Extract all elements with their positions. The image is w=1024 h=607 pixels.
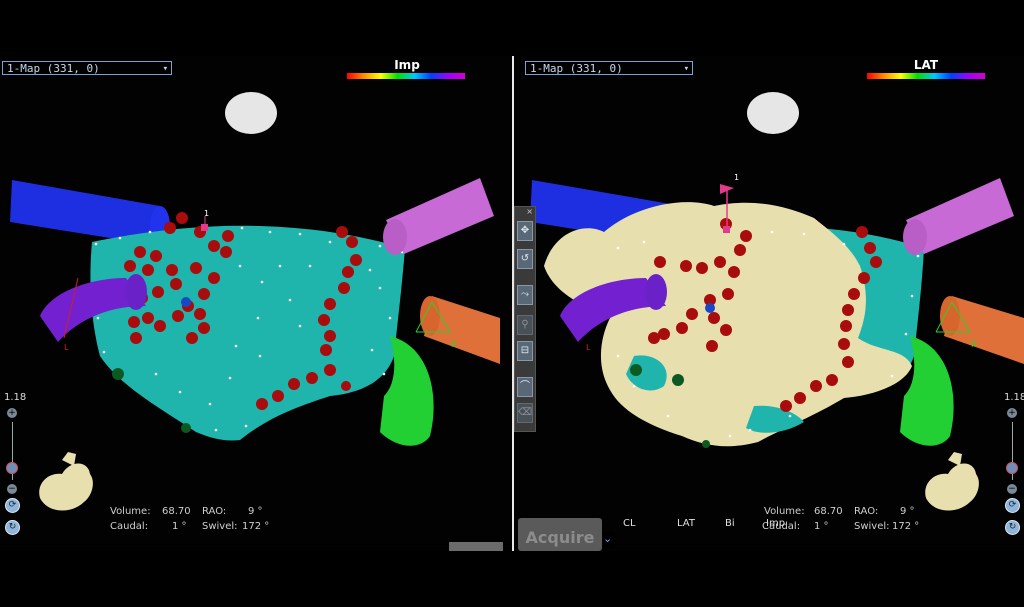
caudal-label: Caudal:: [110, 521, 149, 532]
zoom-value: 1.18: [1004, 392, 1024, 403]
zoom-control[interactable]: 1.18 + − ⟳ ↻: [1000, 392, 1024, 551]
axis-r-label: R: [971, 340, 977, 349]
zoom-out-icon[interactable]: −: [7, 484, 17, 494]
bottom-letterbox: [0, 551, 1024, 607]
violet-vessel: [383, 178, 494, 255]
volume-label: Volume:: [764, 506, 805, 517]
lesion-spot: [181, 423, 191, 433]
catheter-tool-icon[interactable]: ⤳: [517, 285, 533, 305]
caudal-value: 1 °: [814, 521, 829, 532]
zoom-value: 1.18: [4, 392, 27, 403]
marker-label: 1: [734, 173, 739, 182]
lasso-tool-icon[interactable]: ⌒: [517, 377, 533, 397]
rao-value: 9 °: [248, 506, 263, 517]
volume-label: Volume:: [110, 506, 151, 517]
zoom-in-icon[interactable]: +: [1007, 408, 1017, 418]
view-reset-icon[interactable]: ↻: [5, 520, 20, 535]
rotate-tool-icon[interactable]: ↺: [517, 249, 533, 269]
rao-label: RAO:: [854, 506, 879, 517]
swivel-label: Swivel:: [202, 521, 238, 532]
measure-tool-icon[interactable]: ⚲: [517, 315, 533, 335]
zoom-out-icon[interactable]: −: [1007, 484, 1017, 494]
axis-l-label: L: [64, 343, 69, 352]
heart-thumbnail-icon[interactable]: [39, 452, 93, 511]
marker-label: 1: [204, 209, 209, 218]
heart-thumbnail-icon[interactable]: [925, 452, 979, 511]
catheter-tip: [705, 303, 715, 313]
orange-vessel: [940, 296, 1024, 364]
column-lat[interactable]: LAT: [677, 518, 695, 529]
left-map-pane[interactable]: 1-Map (331, 0) ▾ Imp 1 R L 1.18 + − ⟳ ↻ …: [0, 56, 512, 551]
swivel-value: 172 °: [892, 521, 920, 532]
right-map-pane[interactable]: 1-Map (331, 0) ▾ LAT 1 R L 1.18 + − ⟳ ↻ …: [514, 56, 1024, 551]
view-reset-icon[interactable]: ↻: [1005, 520, 1020, 535]
clip-tool-icon[interactable]: ⊟: [517, 341, 533, 361]
caudal-value: 1 °: [172, 521, 187, 532]
left-3d-map[interactable]: 1 R L: [0, 56, 512, 551]
lesion-spot: [672, 374, 684, 386]
axis-r-label: R: [451, 340, 457, 349]
axis-l-label: L: [586, 343, 591, 352]
expand-icon[interactable]: ⌄: [603, 532, 615, 548]
volume-value: 68.70: [814, 506, 843, 517]
column-bi[interactable]: Bi: [725, 518, 735, 529]
orange-vessel: [420, 296, 500, 364]
zoom-in-icon[interactable]: +: [7, 408, 17, 418]
volume-value: 68.70: [162, 506, 191, 517]
erase-tool-icon[interactable]: ⌫: [517, 403, 533, 423]
lesion-spot: [112, 368, 124, 380]
pan-tool-icon[interactable]: ✥: [517, 221, 533, 241]
right-3d-map[interactable]: 1 R L: [514, 56, 1024, 551]
column-imp[interactable]: Imp: [766, 518, 785, 529]
lesion-spot: [630, 364, 642, 376]
zoom-slider-knob[interactable]: [1006, 462, 1018, 474]
column-cl[interactable]: CL: [623, 518, 636, 529]
swivel-label: Swivel:: [854, 521, 890, 532]
target-marker-icon[interactable]: [201, 216, 208, 231]
rotate-icon[interactable]: ⟳: [5, 498, 20, 513]
zoom-slider-knob[interactable]: [6, 462, 18, 474]
rotate-icon[interactable]: ⟳: [1005, 498, 1020, 513]
close-icon[interactable]: ×: [526, 207, 533, 216]
tool-palette[interactable]: × ✥ ↺ ⤳ ⚲ ⊟ ⌒ ⌫: [514, 206, 536, 432]
lesion-spot: [702, 440, 710, 448]
acquire-button[interactable]: Acquire: [518, 518, 602, 551]
catheter-tip: [181, 297, 191, 307]
swivel-value: 172 °: [242, 521, 270, 532]
zoom-control[interactable]: 1.18 + − ⟳ ↻: [0, 392, 28, 551]
status-indicator: [449, 542, 503, 551]
rao-label: RAO:: [202, 506, 227, 517]
rao-value: 9 °: [900, 506, 915, 517]
violet-vessel: [903, 178, 1014, 255]
top-letterbox: [0, 0, 1024, 56]
